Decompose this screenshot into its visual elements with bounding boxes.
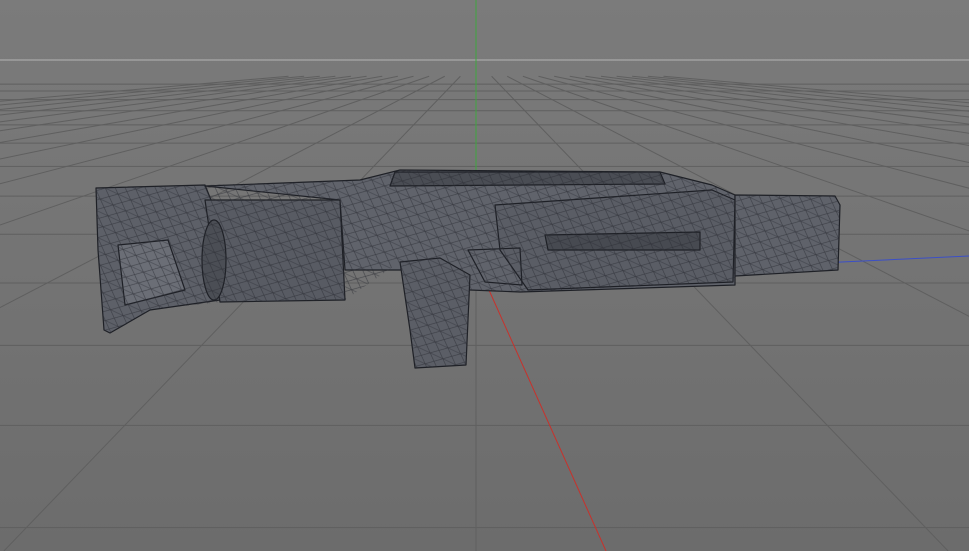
viewport-canvas[interactable] bbox=[0, 0, 969, 551]
3d-viewport[interactable] bbox=[0, 0, 969, 551]
